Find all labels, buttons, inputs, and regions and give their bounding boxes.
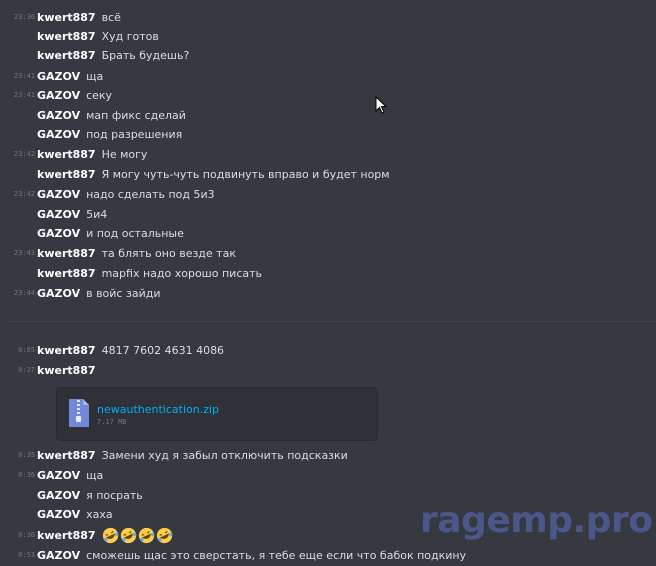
message-text: Брать будешь? [101,48,190,62]
message-text: я посрать [86,488,143,502]
author-name[interactable]: kwert887 [37,529,96,542]
rolling-on-floor-laughing-icon [156,527,172,543]
author-name[interactable]: GAZOV [37,89,80,102]
timestamp: 0:53 [18,551,35,559]
message-text: мап фикс сделай [86,108,186,122]
message-row: 0:53 GAZOV сможешь щас это сверстать, я … [0,545,656,565]
message-row: 0:35 kwert887 Замени худ я забыл отключи… [0,445,656,465]
message-text: Я могу чуть-чуть подвинуть вправо и буде… [101,167,390,181]
rolling-on-floor-laughing-icon [102,527,118,543]
message-text: секу [86,88,113,102]
message-text: хаха [86,507,113,521]
message-row: kwert887 Я могу чуть-чуть подвинуть впра… [0,164,656,184]
author-name[interactable]: kwert887 [37,168,96,181]
author-name[interactable]: kwert887 [37,267,96,280]
message-row: 23:44 GAZOV в войс зайди [0,283,656,303]
author-name[interactable]: kwert887 [37,49,96,62]
message-text: надо сделать под 5и3 [86,187,215,201]
message-row: 0:05 kwert887 4817 7602 4631 4086 [0,340,656,360]
watermark: ragemp.pro [420,500,653,541]
message-text: mapfix надо хорошо писать [101,266,262,280]
author-name[interactable]: GAZOV [37,508,80,521]
message-row: 23:43 kwert887 та блять оно везде так [0,243,656,263]
message-text: Замени худ я забыл отключить подсказки [101,448,348,462]
author-name[interactable]: kwert887 [37,11,96,24]
emoji-message [102,527,173,544]
timestamp: 23:36 [13,13,35,21]
rolling-on-floor-laughing-icon [120,527,136,543]
message-text: под разрешения [86,127,183,141]
message-row: 0:36 GAZOV ща [0,465,656,485]
author-name[interactable]: GAZOV [37,188,80,201]
timestamp: 0:36 [18,531,35,539]
message-row: GAZOV 5и4 [0,204,656,224]
message-text: Не могу [101,147,148,161]
author-name[interactable]: GAZOV [37,227,80,240]
author-name[interactable]: GAZOV [37,549,80,562]
author-name[interactable]: kwert887 [37,344,96,357]
timestamp: 0:35 [18,451,35,459]
author-name[interactable]: GAZOV [37,70,80,83]
mouse-cursor-icon [375,96,387,114]
timestamp: 0:36 [18,471,35,479]
message-text: ща [86,468,104,482]
timestamp: 23:42 [13,150,35,158]
message-row: 23:41 GAZOV ща [0,66,656,86]
timestamp: 23:42 [13,190,35,198]
message-text: 5и4 [86,207,108,221]
message-row: 23:42 kwert887 Не могу [0,144,656,164]
timestamp: 23:43 [13,249,35,257]
author-name[interactable]: GAZOV [37,128,80,141]
message-text: в войс зайди [86,286,161,300]
message-text: та блять оно везде так [101,246,236,260]
message-text: Худ готов [101,29,159,43]
timestamp: 23:41 [13,72,35,80]
message-row: 23:41 GAZOV секу [0,85,656,105]
file-attachment[interactable]: newauthentication.zip 7.17 MB [56,387,378,441]
message-row: 23:42 GAZOV надо сделать под 5и3 [0,184,656,204]
message-text: всё [101,10,121,24]
message-row: GAZOV мап фикс сделай [0,105,656,125]
timestamp: 23:41 [13,91,35,99]
message-row: GAZOV и под остальные [0,223,656,243]
author-name[interactable]: GAZOV [37,489,80,502]
day-divider [8,321,656,322]
rolling-on-floor-laughing-icon [138,527,154,543]
message-row: kwert887 Худ готов [0,26,656,46]
author-name[interactable]: kwert887 [37,148,96,161]
message-row: 23:36 kwert887 всё [0,7,656,27]
message-row: GAZOV под разрешения [0,124,656,144]
author-name[interactable]: kwert887 [37,449,96,462]
author-name[interactable]: GAZOV [37,109,80,122]
timestamp: 0:05 [18,346,35,354]
chat-messages: 23:36 kwert887 всё kwert887 Худ готов kw… [0,0,656,566]
author-name[interactable]: kwert887 [37,247,96,260]
author-name[interactable]: GAZOV [37,469,80,482]
message-text: 4817 7602 4631 4086 [101,343,225,357]
author-name[interactable]: kwert887 [37,364,96,377]
file-name-link[interactable]: newauthentication.zip [97,403,219,416]
message-text: сможешь щас это сверстать, я тебе еще ес… [86,548,467,562]
message-text: ща [86,69,104,83]
file-size: 7.17 MB [97,418,127,426]
author-name[interactable]: GAZOV [37,208,80,221]
author-name[interactable]: GAZOV [37,287,80,300]
message-row: kwert887 Брать будешь? [0,45,656,65]
message-row: 0:27 kwert887 [0,360,656,380]
timestamp: 23:44 [13,289,35,297]
message-row: kwert887 mapfix надо хорошо писать [0,263,656,283]
author-name[interactable]: kwert887 [37,30,96,43]
timestamp: 0:27 [18,366,35,374]
zip-file-icon [69,399,89,427]
message-text: и под остальные [86,226,184,240]
